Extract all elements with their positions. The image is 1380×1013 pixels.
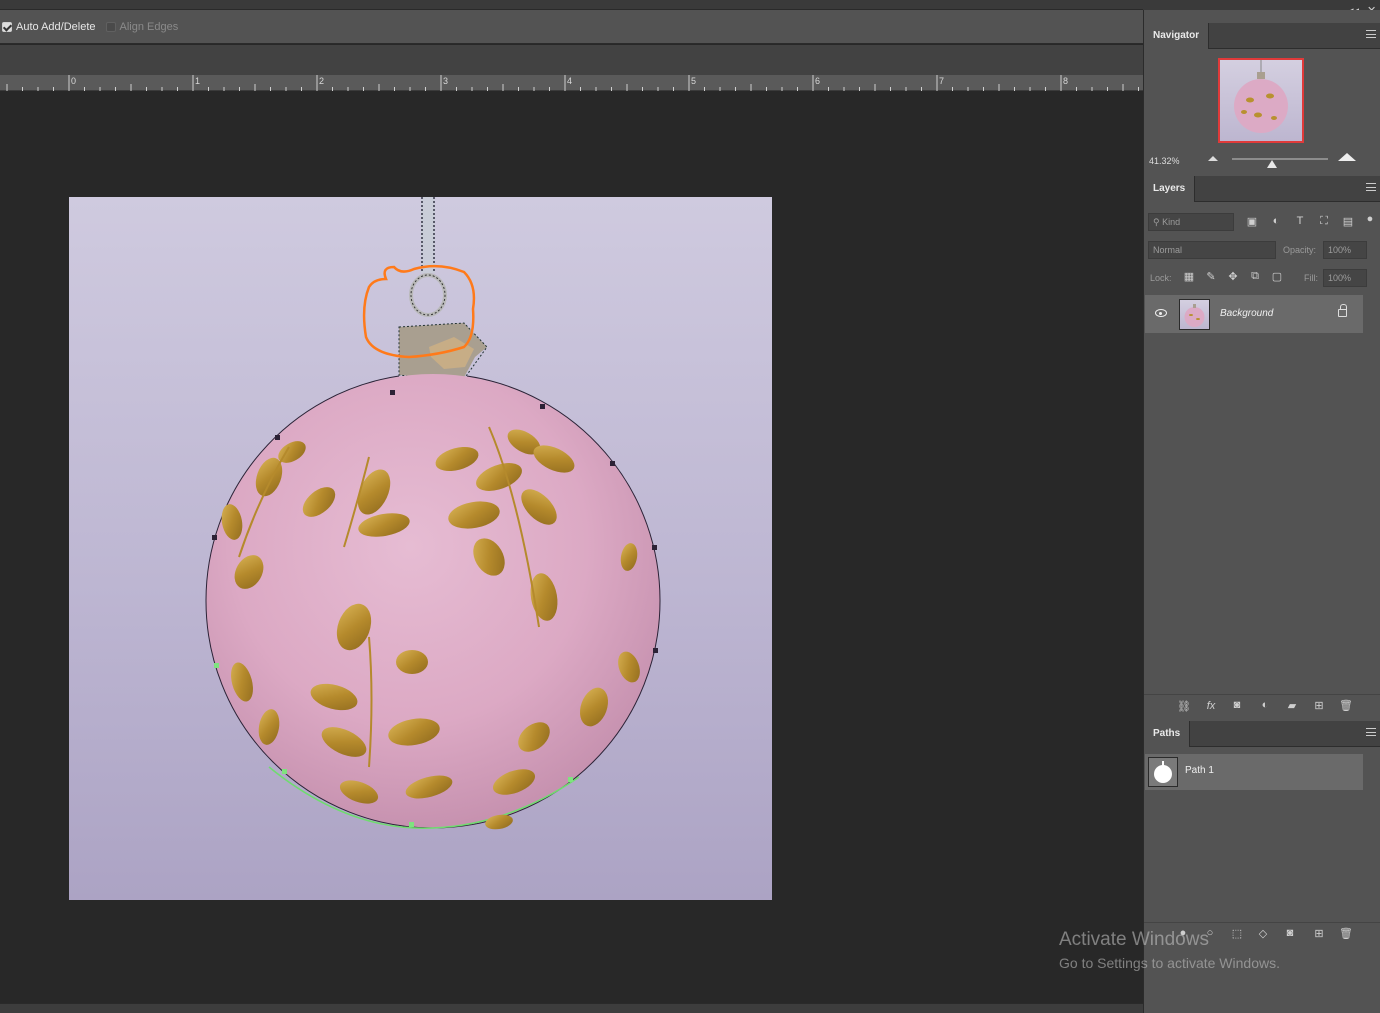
eye-icon[interactable] (1155, 309, 1167, 317)
right-panel-dock: Navigator 41.32% Layers ⚲ Kind ▣ ◐ T ⛶ ▤… (1143, 10, 1380, 1013)
top-strip (0, 0, 1143, 10)
align-edges-option[interactable]: Align Edges (105, 20, 179, 33)
fill-value: 100% (1328, 273, 1352, 283)
load-path-as-selection-icon[interactable]: ⬚ (1230, 927, 1244, 940)
auto-add-delete-checkbox[interactable] (2, 21, 12, 32)
filter-toggle-icon[interactable]: ● (1363, 213, 1377, 225)
layer-style-icon[interactable]: fx (1204, 700, 1218, 712)
adjustment-layer-icon[interactable]: ◐ (1258, 699, 1272, 711)
path-thumbnail-shape (1154, 761, 1172, 783)
new-group-icon[interactable]: ▰ (1285, 699, 1299, 712)
layer-filter-kind-value: Kind (1162, 217, 1181, 227)
new-path-icon[interactable]: ⊞ (1312, 927, 1326, 940)
activation-watermark-title: Activate Windows (1059, 929, 1209, 950)
link-layers-icon[interactable]: ⛓ (1177, 700, 1191, 713)
document-image[interactable] (69, 197, 772, 900)
tab-paths[interactable]: Paths (1144, 721, 1191, 747)
ruler-label: 0 (71, 76, 77, 86)
layer-filter-kind[interactable]: ⚲ Kind (1148, 213, 1234, 231)
auto-add-delete-option[interactable]: Auto Add/Delete (2, 21, 96, 33)
ruler-label: 4 (567, 76, 573, 86)
search-icon: ⚲ (1153, 217, 1163, 227)
align-edges-label: Align Edges (119, 20, 179, 33)
lock-all-icon[interactable]: ▢ (1270, 270, 1284, 283)
blend-mode-select[interactable]: Normal (1148, 241, 1276, 259)
add-mask-icon[interactable]: ◙ (1283, 927, 1297, 939)
new-layer-icon[interactable]: ⊞ (1312, 699, 1326, 712)
ruler-label: 5 (691, 76, 697, 86)
panel-menu-icon[interactable] (1366, 183, 1376, 191)
layer-name[interactable]: Background (1220, 308, 1273, 319)
navigator-tabbar: Navigator (1144, 23, 1380, 49)
lock-image-pixels-icon[interactable]: ✎ (1204, 270, 1218, 283)
ruler-label: 1 (195, 76, 201, 86)
tab-navigator[interactable]: Navigator (1144, 23, 1210, 49)
zoom-out-icon[interactable] (1208, 156, 1218, 161)
ruler-label: 6 (815, 76, 821, 86)
path-row-path-1[interactable]: Path 1 (1145, 754, 1363, 790)
paths-tabbar: Paths (1144, 721, 1380, 747)
blend-mode-value: Normal (1153, 245, 1183, 255)
ruler-label: 2 (319, 76, 325, 86)
make-work-path-icon[interactable]: ◇ (1256, 927, 1270, 940)
lock-position-icon[interactable]: ✥ (1226, 270, 1240, 283)
adjustment-filter-icon[interactable]: ◐ (1269, 215, 1283, 227)
lock-transparent-pixels-icon[interactable]: ▦ (1182, 270, 1196, 283)
type-filter-icon[interactable]: T (1293, 215, 1307, 227)
lock-artboard-icon[interactable]: ⧉ (1248, 270, 1262, 283)
delete-layer-icon[interactable]: 🗑 (1339, 699, 1353, 712)
layer-row-background[interactable]: Background (1145, 295, 1363, 333)
navigator-thumbnail[interactable] (1218, 58, 1304, 143)
navigator-preview-image (1234, 60, 1288, 133)
options-bar: Auto Add/Delete Align Edges (0, 10, 1143, 44)
tab-layers[interactable]: Layers (1144, 176, 1196, 202)
canvas-area[interactable] (0, 91, 1143, 1003)
fill-label: Fill: (1304, 273, 1318, 283)
add-mask-icon[interactable]: ◙ (1230, 699, 1244, 711)
photoshop-window: Auto Add/Delete Align Edges 0 1 2 3 4 5 … (0, 0, 1380, 1013)
fill-field[interactable]: 100% (1323, 269, 1367, 287)
zoom-in-icon[interactable] (1338, 153, 1356, 161)
layer-thumbnail-image (1184, 304, 1205, 327)
lock-label: Lock: (1150, 273, 1172, 283)
opacity-label: Opacity: (1283, 245, 1317, 255)
zoom-level[interactable]: 41.32% (1149, 156, 1180, 166)
shape-filter-icon[interactable]: ⛶ (1317, 215, 1331, 228)
delete-path-icon[interactable]: 🗑 (1339, 927, 1353, 940)
document-tab-area (0, 45, 1143, 75)
ruler-label: 8 (1063, 76, 1069, 86)
ornament-artwork (205, 197, 661, 830)
path-thumbnail (1148, 757, 1178, 787)
ruler-label: 3 (443, 76, 449, 86)
lock-icon (1338, 304, 1347, 317)
opacity-field[interactable]: 100% (1323, 241, 1367, 259)
zoom-slider[interactable] (1232, 158, 1328, 160)
horizontal-scrollbar[interactable] (0, 1003, 1143, 1013)
layers-footer: ⛓ fx ◙ ◐ ▰ ⊞ 🗑 (1144, 694, 1380, 718)
layers-tabbar: Layers (1144, 176, 1380, 202)
auto-add-delete-label: Auto Add/Delete (16, 20, 96, 33)
layer-thumbnail (1179, 299, 1210, 330)
smart-object-filter-icon[interactable]: ▤ (1341, 215, 1355, 228)
align-edges-checkbox[interactable] (105, 21, 116, 32)
panel-menu-icon[interactable] (1366, 728, 1376, 736)
zoom-slider-handle[interactable] (1267, 160, 1277, 168)
horizontal-ruler[interactable]: 0 1 2 3 4 5 6 7 8 (0, 75, 1143, 91)
path-name[interactable]: Path 1 (1185, 765, 1214, 776)
opacity-value: 100% (1328, 245, 1352, 255)
activation-watermark-subtitle: Go to Settings to activate Windows. (1059, 955, 1280, 971)
ruler-label: 7 (939, 76, 945, 86)
pixel-filter-icon[interactable]: ▣ (1245, 215, 1259, 228)
panel-menu-icon[interactable] (1366, 30, 1376, 38)
